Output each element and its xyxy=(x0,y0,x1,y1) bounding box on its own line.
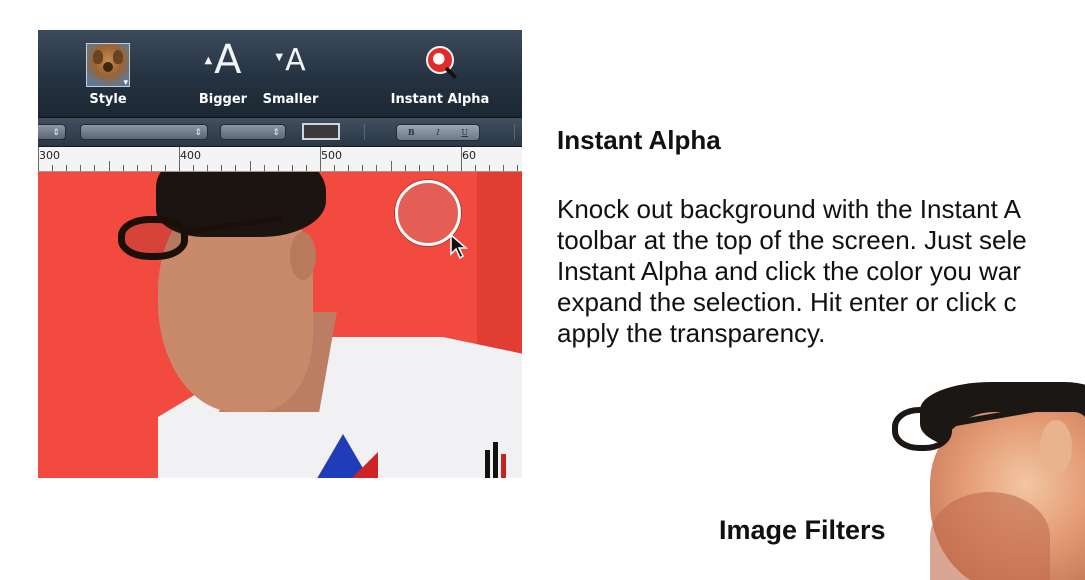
ruler-tick xyxy=(122,165,124,171)
ruler-tick xyxy=(235,165,237,171)
description-line: Knock out background with the Instant A xyxy=(557,194,1021,224)
description-line: Instant Alpha and click the color you wa… xyxy=(557,256,1021,286)
ruler-tick xyxy=(320,147,321,171)
section-heading: Instant Alpha xyxy=(557,125,721,155)
ruler-tick xyxy=(94,165,96,171)
ruler-tick xyxy=(263,165,265,171)
ruler-mark: 300 xyxy=(39,149,60,162)
photo-ear xyxy=(290,232,316,280)
ruler-tick xyxy=(221,165,223,171)
photo-canvas[interactable] xyxy=(38,172,522,478)
toolbar: ▾ Style ▲A Bigger ▼A Smaller Instant Alp… xyxy=(38,30,522,118)
ruler-tick xyxy=(517,165,519,171)
ruler-tick xyxy=(390,161,392,171)
style-thumbnail-icon: ▾ xyxy=(86,43,130,87)
ruler-tick xyxy=(305,165,307,171)
description-line: expand the selection. Hit enter or click… xyxy=(557,287,1017,317)
ruler-tick xyxy=(80,165,82,171)
ruler-tick xyxy=(108,161,110,171)
ruler-mark: 500 xyxy=(321,149,342,162)
format-divider xyxy=(514,124,515,140)
ruler-tick xyxy=(38,147,39,171)
ruler-tick xyxy=(291,165,293,171)
ruler-tick xyxy=(66,165,68,171)
smaller-button[interactable]: ▼A Smaller xyxy=(263,40,319,108)
paragraph-style-stepper[interactable]: ⇕ xyxy=(38,124,66,140)
ruler-tick xyxy=(249,161,251,171)
ruler-tick xyxy=(475,165,477,171)
smaller-label: Smaller xyxy=(262,92,319,107)
text-color-swatch[interactable] xyxy=(302,123,340,140)
photo-glasses xyxy=(118,216,188,260)
ruler-mark: 400 xyxy=(180,149,201,162)
ruler-tick xyxy=(461,147,462,171)
app-screenshot: ▾ Style ▲A Bigger ▼A Smaller Instant Alp… xyxy=(38,30,522,478)
style-button[interactable]: ▾ Style xyxy=(81,40,135,107)
ruler-tick xyxy=(446,165,448,171)
bigger-button[interactable]: ▲A Bigger xyxy=(198,37,248,107)
font-family-select[interactable]: ⇕ xyxy=(80,124,208,140)
ruler-tick xyxy=(136,165,138,171)
ruler-tick xyxy=(432,165,434,171)
italic-button[interactable]: I xyxy=(436,125,439,140)
ruler-tick xyxy=(418,165,420,171)
image-filters-caption: Image Filters xyxy=(719,515,886,545)
ruler-tick xyxy=(503,165,505,171)
format-bar: ⇕ ⇕ ⇕ B I U xyxy=(38,118,522,147)
text-style-buttons: B I U xyxy=(396,124,480,141)
ruler-tick xyxy=(376,165,378,171)
ruler-tick xyxy=(334,165,336,171)
instant-alpha-button[interactable]: Instant Alpha xyxy=(390,40,490,107)
format-divider xyxy=(364,124,365,140)
description-text: Knock out background with the Instant A … xyxy=(557,194,1085,349)
photo-pens xyxy=(483,440,513,478)
ruler-tick xyxy=(277,165,279,171)
font-size-select[interactable]: ⇕ xyxy=(220,124,286,140)
description-line: apply the transparency. xyxy=(557,318,826,348)
ruler-tick xyxy=(348,165,350,171)
ruler-tick xyxy=(489,165,491,171)
ruler: 300 400 500 60 xyxy=(38,147,522,172)
bold-button[interactable]: B xyxy=(408,125,415,140)
description-line: toolbar at the top of the screen. Just s… xyxy=(557,225,1027,255)
filtered-portrait-image xyxy=(890,382,1085,580)
ruler-tick xyxy=(52,165,54,171)
ruler-tick xyxy=(164,165,166,171)
ruler-tick xyxy=(362,165,364,171)
arrow-cursor-icon xyxy=(450,234,469,260)
bigger-font-icon: ▲A xyxy=(204,37,242,83)
ruler-tick xyxy=(150,165,152,171)
instant-alpha-icon xyxy=(426,46,454,74)
ruler-mark: 60 xyxy=(462,149,476,162)
underline-button[interactable]: U xyxy=(461,125,468,140)
ruler-tick xyxy=(207,165,209,171)
bigger-label: Bigger xyxy=(198,92,248,107)
ruler-tick xyxy=(179,147,180,171)
ruler-tick xyxy=(193,165,195,171)
instant-alpha-label: Instant Alpha xyxy=(390,92,490,107)
smaller-font-icon: ▼A xyxy=(275,43,306,78)
ruler-tick xyxy=(404,165,406,171)
style-label: Style xyxy=(89,92,127,107)
